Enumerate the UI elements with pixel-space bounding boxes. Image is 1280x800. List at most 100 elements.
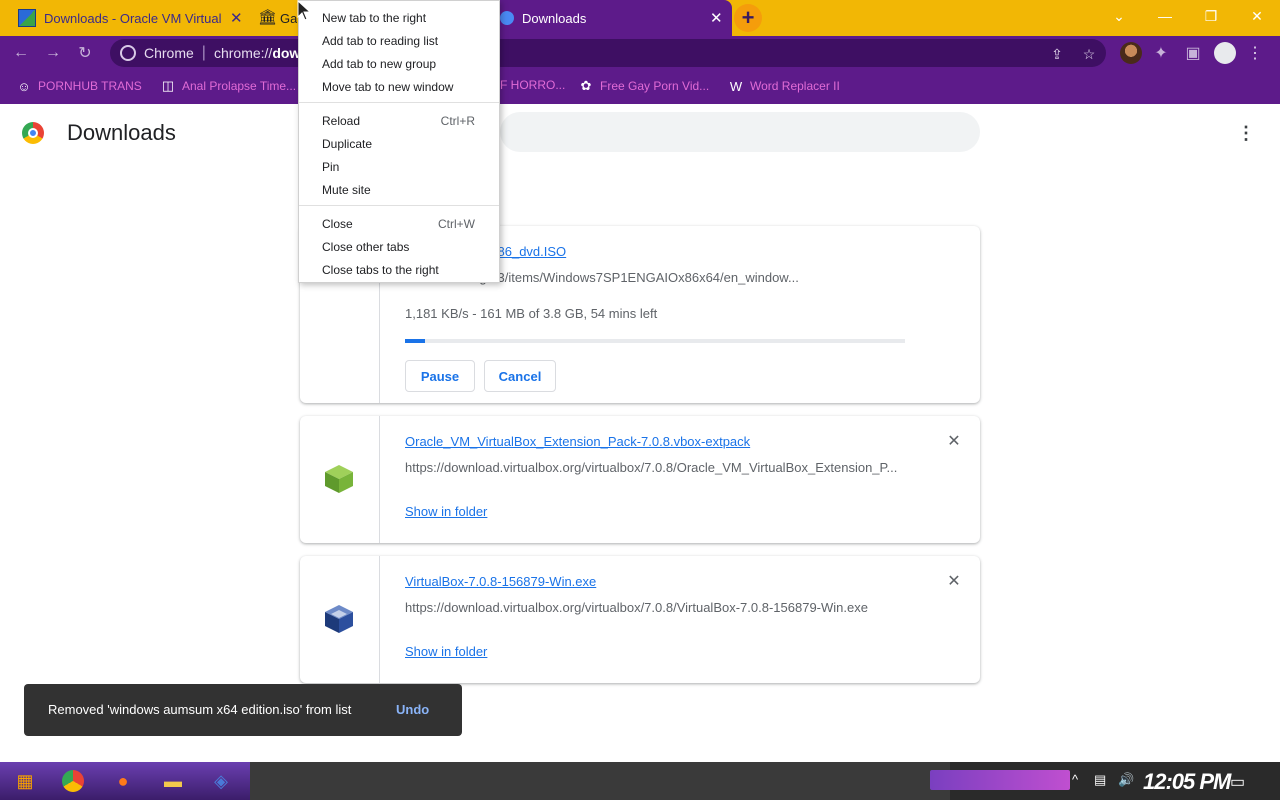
tab-search-icon[interactable]: ⌄ bbox=[1096, 0, 1142, 32]
show-in-folder-link[interactable]: Show in folder bbox=[405, 504, 487, 519]
browser-toolbar: ← → ↻ Chrome | chrome://dow ⇪ ☆ ✦ ▣ ⋮ bbox=[0, 36, 1280, 70]
bookmark-label: Word Replacer II bbox=[750, 79, 840, 93]
bookmark-star-icon[interactable]: ☆ bbox=[1078, 43, 1100, 65]
taskbar-wallpaper bbox=[250, 762, 950, 800]
network-icon[interactable]: ▤ bbox=[1094, 772, 1106, 788]
remove-from-list-icon[interactable]: ✕ bbox=[944, 571, 964, 591]
bookmark-item[interactable]: ☺ PORNHUB TRANS bbox=[16, 78, 141, 94]
tab-title: Downloads - Oracle VM VirtualBox bbox=[44, 10, 222, 26]
page-title: Downloads bbox=[67, 120, 176, 145]
tab-oracle-virtualbox[interactable]: Downloads - Oracle VM VirtualBox ✕ bbox=[10, 0, 248, 36]
remove-from-list-icon[interactable]: ✕ bbox=[944, 431, 964, 451]
bookmark-favicon-icon: ◫ bbox=[161, 78, 175, 93]
menu-item-close-tabs-right[interactable]: Close tabs to the right bbox=[322, 260, 475, 280]
close-window-button[interactable]: ✕ bbox=[1234, 0, 1280, 32]
restore-button[interactable]: ❐ bbox=[1188, 0, 1234, 32]
extension-avatar-icon[interactable] bbox=[1120, 42, 1142, 64]
firefox-taskbar-icon[interactable]: ● bbox=[106, 765, 140, 797]
chrome-site-icon bbox=[120, 45, 136, 61]
menu-item-label: Pin bbox=[322, 160, 340, 174]
chrome-taskbar-icon[interactable] bbox=[56, 765, 90, 797]
tab-close-icon[interactable]: ✕ bbox=[710, 9, 723, 27]
volume-icon[interactable]: 🔊 bbox=[1118, 772, 1134, 788]
download-source-url: https://download.virtualbox.org/virtualb… bbox=[405, 460, 898, 475]
tab-downloads-active[interactable]: Downloads ✕ bbox=[488, 0, 732, 36]
undo-button[interactable]: Undo bbox=[396, 702, 429, 717]
bookmark-item[interactable]: ◫ Anal Prolapse Time... bbox=[160, 78, 296, 94]
tab-context-menu: New tab to the right Add tab to reading … bbox=[298, 0, 500, 283]
menu-item-reload[interactable]: Reload Ctrl+R bbox=[322, 111, 475, 131]
menu-item-shortcut: Ctrl+R bbox=[440, 114, 475, 128]
site-label: Chrome bbox=[144, 45, 194, 61]
download-source-url: https://download.virtualbox.org/virtualb… bbox=[405, 600, 868, 615]
download-progress-fill bbox=[405, 339, 425, 343]
toast-message: Removed 'windows aumsum x64 edition.iso'… bbox=[48, 702, 352, 717]
virtualbox-favicon-icon bbox=[18, 9, 36, 27]
omnibox-separator: | bbox=[201, 44, 206, 61]
download-file-link[interactable]: Oracle_VM_VirtualBox_Extension_Pack-7.0.… bbox=[405, 434, 750, 449]
tab-museum[interactable]: 🏛 Ga bbox=[250, 0, 298, 36]
share-icon[interactable]: ⇪ bbox=[1046, 43, 1068, 65]
address-bar[interactable]: Chrome | chrome://dow ⇪ ☆ bbox=[110, 39, 1106, 67]
menu-item-shortcut: Ctrl+W bbox=[438, 217, 475, 231]
virtualbox-taskbar-icon[interactable]: ◈ bbox=[204, 765, 238, 797]
pause-button[interactable]: Pause bbox=[405, 360, 475, 392]
menu-item-duplicate[interactable]: Duplicate bbox=[322, 134, 475, 154]
minimize-button[interactable]: — bbox=[1142, 0, 1188, 32]
notifications-icon[interactable]: ▭ bbox=[1230, 772, 1245, 792]
side-panel-icon[interactable]: ▣ bbox=[1180, 40, 1206, 66]
menu-separator bbox=[299, 102, 499, 103]
menu-item-add-reading-list[interactable]: Add tab to reading list bbox=[322, 31, 475, 51]
menu-item-label: Add tab to new group bbox=[322, 57, 437, 71]
bookmark-favicon-icon: W bbox=[729, 78, 743, 94]
bookmark-label: Free Gay Porn Vid... bbox=[600, 79, 710, 93]
file-icon-column bbox=[300, 416, 380, 543]
extensions-puzzle-icon[interactable]: ✦ bbox=[1148, 40, 1174, 66]
reload-icon[interactable]: ↻ bbox=[72, 40, 98, 66]
bookmark-item[interactable]: W Word Replacer II bbox=[728, 78, 840, 94]
menu-item-close-other-tabs[interactable]: Close other tabs bbox=[322, 237, 475, 257]
new-tab-button[interactable]: + bbox=[734, 4, 762, 32]
search-downloads-input[interactable] bbox=[500, 112, 980, 152]
download-file-link[interactable]: VirtualBox-7.0.8-156879-Win.exe bbox=[405, 574, 596, 589]
taskbar-theme-accent bbox=[930, 770, 1070, 790]
menu-item-add-new-group[interactable]: Add tab to new group bbox=[322, 54, 475, 74]
show-in-folder-link[interactable]: Show in folder bbox=[405, 644, 487, 659]
bookmark-label: Anal Prolapse Time... bbox=[182, 79, 297, 93]
more-actions-icon[interactable]: ⋮ bbox=[1236, 122, 1256, 144]
menu-item-label: Duplicate bbox=[322, 137, 373, 151]
menu-item-mute-site[interactable]: Mute site bbox=[322, 180, 475, 200]
downloads-header: Downloads ⋮ bbox=[0, 104, 1280, 160]
chrome-logo-icon bbox=[22, 122, 44, 144]
menu-separator bbox=[299, 205, 499, 206]
download-item-extpack: Oracle_VM_VirtualBox_Extension_Pack-7.0.… bbox=[300, 416, 980, 543]
bookmark-item[interactable]: F HORRO... bbox=[500, 78, 565, 92]
start-button-icon[interactable]: ▦ bbox=[8, 765, 42, 797]
profile-avatar-icon[interactable] bbox=[1214, 42, 1236, 64]
browser-menu-icon[interactable]: ⋮ bbox=[1242, 40, 1268, 66]
tab-title: Ga bbox=[280, 10, 298, 26]
bookmark-label: F HORRO... bbox=[500, 78, 566, 92]
menu-item-label: Add tab to reading list bbox=[322, 34, 439, 48]
menu-item-close[interactable]: Close Ctrl+W bbox=[322, 214, 475, 234]
menu-item-label: Mute site bbox=[322, 183, 371, 197]
url-path: dow bbox=[272, 45, 301, 61]
windows-taskbar: ▦ ● ▬ ◈ ^ ▤ 🔊 12:05 PM ▭ bbox=[0, 762, 1280, 800]
menu-item-new-tab-right[interactable]: New tab to the right bbox=[322, 8, 475, 28]
taskbar-clock[interactable]: 12:05 PM bbox=[1143, 769, 1231, 795]
cancel-button[interactable]: Cancel bbox=[484, 360, 556, 392]
file-explorer-taskbar-icon[interactable]: ▬ bbox=[156, 765, 190, 797]
extension-pack-cube-icon bbox=[325, 465, 353, 493]
bookmark-item[interactable]: ✿ Free Gay Porn Vid... bbox=[578, 78, 710, 94]
menu-item-label: Reload bbox=[322, 114, 361, 128]
download-item-exe: VirtualBox-7.0.8-156879-Win.exe ✕ https:… bbox=[300, 556, 980, 683]
menu-item-label: Close other tabs bbox=[322, 240, 410, 254]
tab-title: Downloads bbox=[522, 10, 587, 26]
url-prefix: chrome:// bbox=[213, 45, 273, 61]
tray-chevron-icon[interactable]: ^ bbox=[1072, 772, 1078, 787]
forward-icon[interactable]: → bbox=[40, 40, 66, 66]
back-icon[interactable]: ← bbox=[8, 40, 34, 66]
tab-close-icon[interactable]: ✕ bbox=[230, 9, 243, 27]
menu-item-pin[interactable]: Pin bbox=[322, 157, 475, 177]
menu-item-move-new-window[interactable]: Move tab to new window bbox=[322, 77, 475, 97]
